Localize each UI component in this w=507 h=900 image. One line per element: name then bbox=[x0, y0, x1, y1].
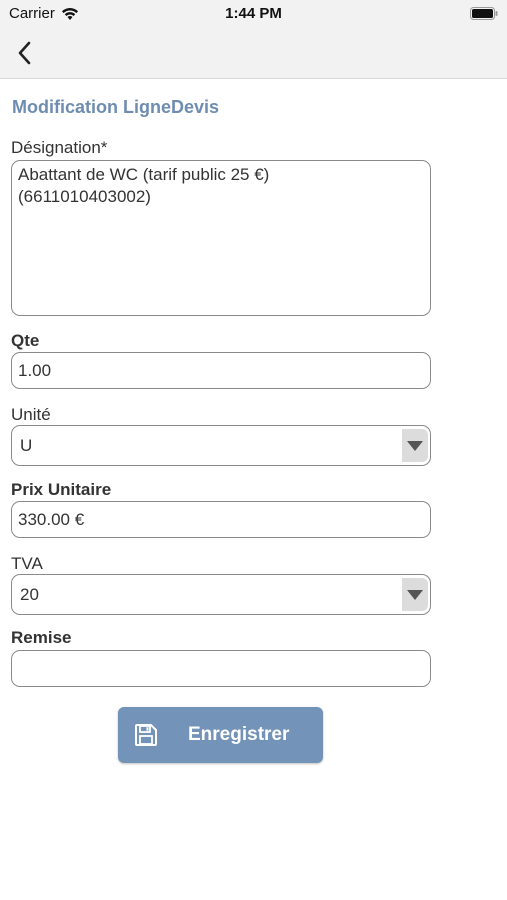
remise-label: Remise bbox=[11, 628, 72, 647]
tva-selected-value: 20 bbox=[20, 584, 39, 604]
tva-select[interactable]: 20 bbox=[11, 574, 431, 615]
prix-unitaire-label: Prix Unitaire bbox=[11, 480, 112, 499]
tva-dropdown-button[interactable] bbox=[402, 578, 428, 611]
qte-value: 1.00 bbox=[18, 360, 52, 380]
remise-input[interactable] bbox=[11, 650, 431, 687]
chevron-left-icon bbox=[18, 41, 31, 65]
status-time: 1:44 PM bbox=[225, 5, 282, 22]
unite-dropdown-button[interactable] bbox=[402, 429, 428, 462]
save-button[interactable]: Enregistrer bbox=[118, 707, 323, 763]
floppy-disk-icon bbox=[135, 724, 157, 746]
designation-value-line2: (6611010403002) bbox=[18, 187, 151, 206]
designation-textarea[interactable]: Abattant de WC (tarif public 25 €) (6611… bbox=[11, 160, 431, 316]
qte-input[interactable]: 1.00 bbox=[11, 352, 431, 389]
unite-select[interactable]: U bbox=[11, 425, 431, 466]
designation-value-line1: Abattant de WC (tarif public 25 €) bbox=[18, 165, 270, 184]
designation-label: Désignation* bbox=[11, 138, 108, 157]
back-button[interactable] bbox=[10, 38, 38, 68]
battery-icon bbox=[470, 7, 498, 20]
save-button-label: Enregistrer bbox=[188, 724, 290, 745]
status-bar: Carrier 1:44 PM bbox=[0, 0, 507, 28]
triangle-down-icon bbox=[407, 440, 423, 451]
qte-label: Qte bbox=[11, 331, 40, 350]
prix-unitaire-value: 330.00 € bbox=[18, 509, 85, 529]
unite-label: Unité bbox=[11, 405, 51, 424]
prix-unitaire-input[interactable]: 330.00 € bbox=[11, 501, 431, 538]
navigation-bar bbox=[0, 28, 507, 79]
triangle-down-icon bbox=[407, 589, 423, 600]
unite-selected-value: U bbox=[20, 435, 33, 455]
page-title: Modification LigneDevis bbox=[12, 97, 220, 117]
tva-label: TVA bbox=[11, 554, 43, 573]
